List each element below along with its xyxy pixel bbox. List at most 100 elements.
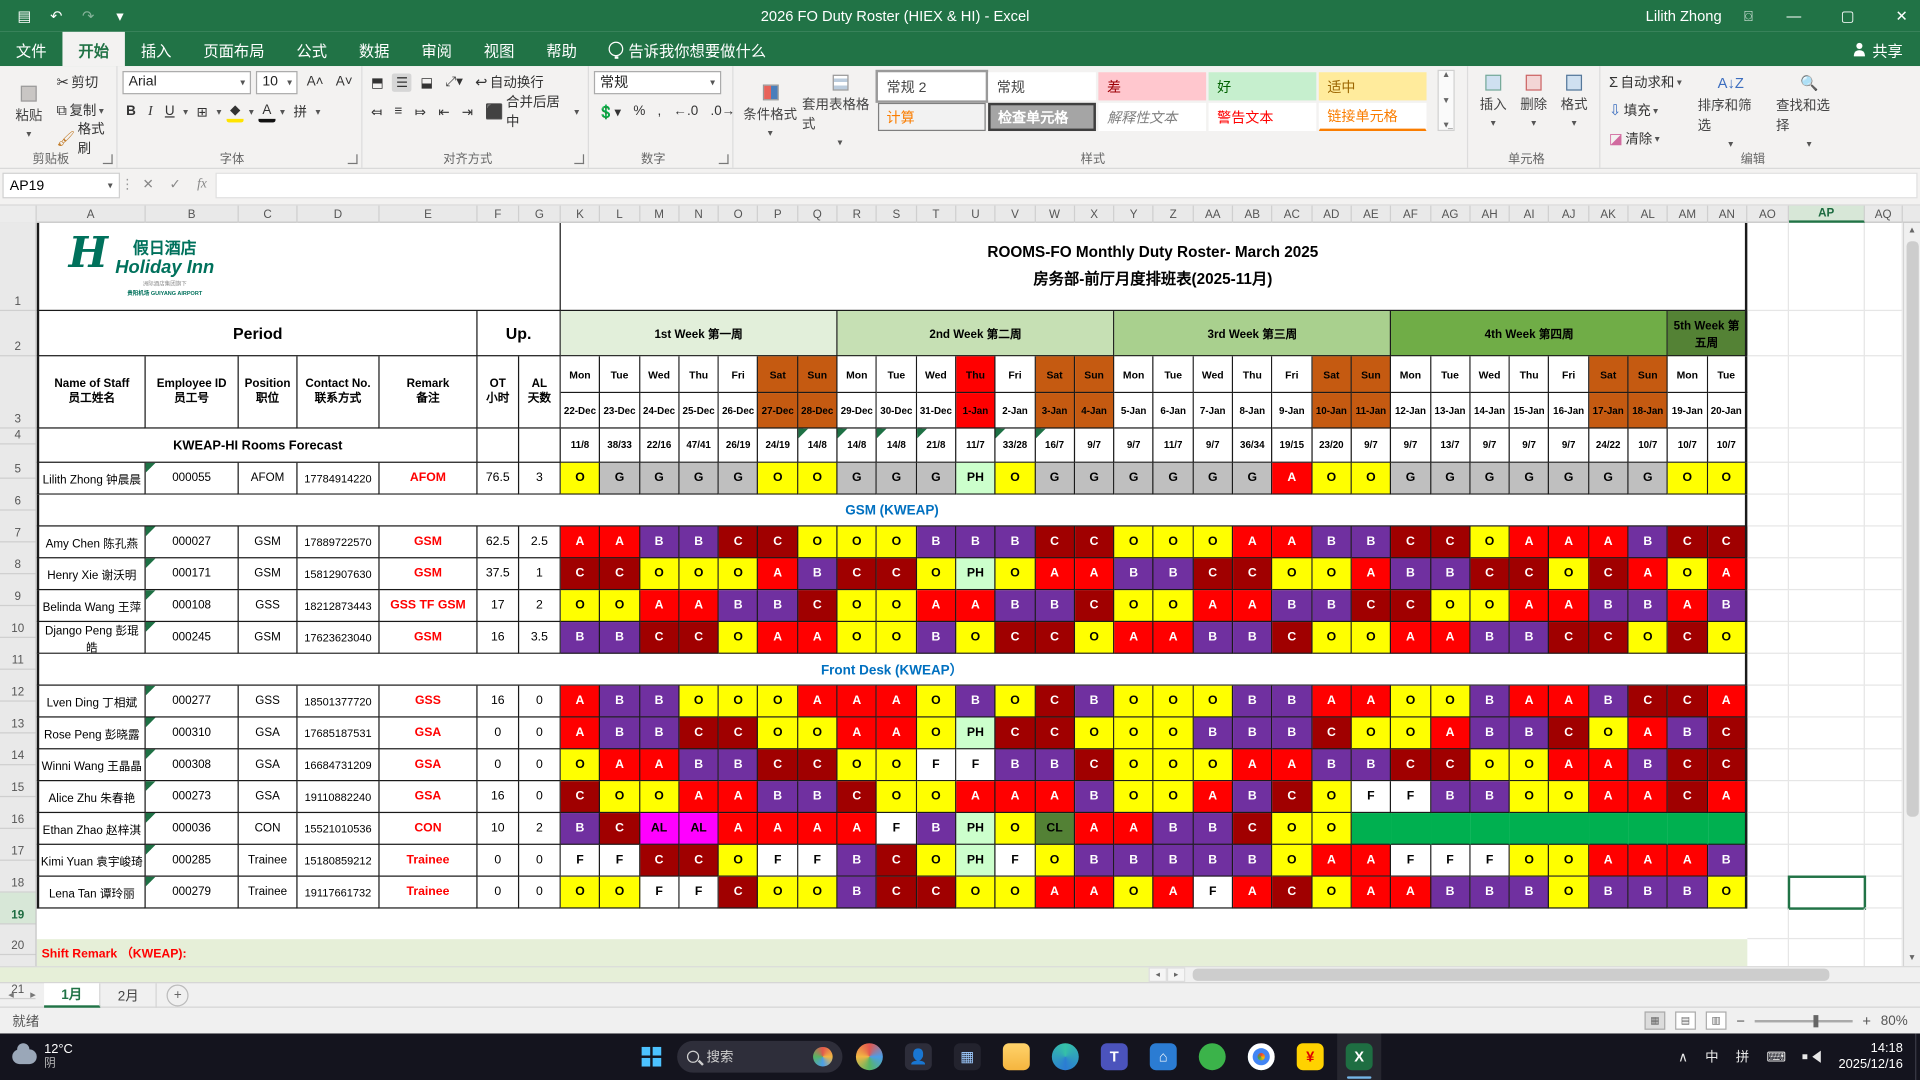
shift-13-9-Jan[interactable]: B [1273, 686, 1313, 718]
shift-6-23-Dec[interactable]: G [600, 463, 640, 495]
cell-AP18[interactable] [1789, 845, 1865, 877]
tab-告诉我你想要做什么[interactable]: 告诉我你想要做什么 [593, 32, 782, 66]
shift-13-6-Jan[interactable]: O [1154, 686, 1194, 718]
shift-16-26-Dec[interactable]: A [719, 781, 759, 813]
borders-button[interactable]: ⊞ [193, 102, 212, 120]
shift-13-25-Dec[interactable]: O [679, 686, 719, 718]
italic-button[interactable]: I [144, 103, 156, 120]
shift-6-7-Jan[interactable]: G [1194, 463, 1234, 495]
shift-6-4-Jan[interactable]: G [1075, 463, 1115, 495]
shift-14-18-Jan[interactable]: A [1629, 718, 1669, 750]
cell-style-好[interactable]: 好 [1209, 72, 1317, 100]
shift-8-20-Jan[interactable]: C [1708, 527, 1748, 559]
teams-icon[interactable]: T [1092, 1033, 1136, 1080]
shift-9-17-Jan[interactable]: C [1589, 558, 1629, 590]
shift-16-24-Dec[interactable]: O [640, 781, 680, 813]
cell-AO12[interactable] [1747, 654, 1789, 686]
shift-9-19-Jan[interactable]: O [1668, 558, 1708, 590]
shift-17-15-Jan[interactable] [1510, 813, 1550, 845]
row-header-13[interactable]: 13 [0, 702, 36, 734]
shift-13-1-Jan[interactable]: B [956, 686, 996, 718]
shift-14-25-Dec[interactable]: C [679, 718, 719, 750]
alignment-dialog-launcher[interactable] [574, 154, 584, 164]
shift-10-2-Jan[interactable]: B [996, 590, 1036, 622]
column-header-AH[interactable]: AH [1470, 206, 1510, 223]
shift-6-2-Jan[interactable]: O [996, 463, 1036, 495]
shift-15-14-Jan[interactable]: O [1470, 749, 1510, 781]
shift-10-22-Dec[interactable]: O [561, 590, 601, 622]
shift-13-16-Jan[interactable]: A [1549, 686, 1589, 718]
shift-10-19-Jan[interactable]: A [1668, 590, 1708, 622]
shift-19-12-Jan[interactable]: A [1391, 877, 1431, 909]
cell-AQ19[interactable] [1865, 877, 1903, 909]
ime-pinyin-indicator[interactable]: 拼 [1727, 1047, 1758, 1067]
accounting-format-icon[interactable]: 💲▾ [594, 102, 625, 120]
shift-10-13-Jan[interactable]: O [1431, 590, 1471, 622]
shift-13-23-Dec[interactable]: B [600, 686, 640, 718]
paste-button[interactable]: 粘贴▾ [5, 70, 53, 151]
row-header-7[interactable]: 7 [0, 511, 36, 543]
redo-icon[interactable]: ↷ [78, 7, 98, 24]
shift-18-11-Jan[interactable]: A [1352, 845, 1392, 877]
column-header-AN[interactable]: AN [1708, 206, 1748, 223]
shift-6-9-Jan[interactable]: A [1273, 463, 1313, 495]
shift-16-3-Jan[interactable]: A [1035, 781, 1075, 813]
ribbon-display-options-icon[interactable]: ⌼ [1739, 7, 1759, 24]
shift-17-1-Jan[interactable]: PH [956, 813, 996, 845]
vertical-scrollbar[interactable]: ▲ ▼ [1903, 223, 1920, 966]
shift-14-9-Jan[interactable]: B [1273, 718, 1313, 750]
shift-16-27-Dec[interactable]: B [759, 781, 799, 813]
undo-icon[interactable]: ↶ [47, 7, 67, 24]
column-header-AI[interactable]: AI [1510, 206, 1550, 223]
phonetic-guide-button[interactable]: 拼 [290, 100, 311, 122]
cell-AP14[interactable] [1789, 718, 1865, 750]
shift-9-6-Jan[interactable]: B [1154, 558, 1194, 590]
clear-button[interactable]: ◪清除▾ [1605, 126, 1685, 150]
shift-9-1-Jan[interactable]: PH [956, 558, 996, 590]
zoom-out-icon[interactable]: − [1736, 1012, 1745, 1029]
shift-8-29-Dec[interactable]: O [838, 527, 878, 559]
shift-8-17-Jan[interactable]: A [1589, 527, 1629, 559]
shift-16-14-Jan[interactable]: B [1470, 781, 1510, 813]
shift-9-14-Jan[interactable]: C [1470, 558, 1510, 590]
name-box[interactable]: AP19▾ [2, 173, 120, 199]
family-safety-icon[interactable] [847, 1033, 891, 1080]
cell-AP19[interactable] [1789, 877, 1865, 909]
shift-16-6-Jan[interactable]: O [1154, 781, 1194, 813]
cell-AQ2[interactable] [1865, 311, 1903, 356]
shift-6-18-Jan[interactable]: G [1629, 463, 1669, 495]
shift-15-4-Jan[interactable]: C [1075, 749, 1115, 781]
shift-10-1-Jan[interactable]: A [956, 590, 996, 622]
align-left-icon[interactable]: ⤆ [367, 102, 386, 120]
shift-16-10-Jan[interactable]: O [1312, 781, 1352, 813]
cell-AP9[interactable] [1789, 558, 1865, 590]
shift-16-23-Dec[interactable]: O [600, 781, 640, 813]
shift-16-16-Jan[interactable]: O [1549, 781, 1589, 813]
shift-13-31-Dec[interactable]: O [917, 686, 957, 718]
cell-AO18[interactable] [1747, 845, 1789, 877]
column-header-AM[interactable]: AM [1668, 206, 1708, 223]
shift-9-12-Jan[interactable]: B [1391, 558, 1431, 590]
shift-6-20-Jan[interactable]: O [1708, 463, 1748, 495]
page-layout-view-icon[interactable]: ▤ [1675, 1011, 1696, 1029]
shift-19-1-Jan[interactable]: O [956, 877, 996, 909]
column-header-AL[interactable]: AL [1629, 206, 1669, 223]
percent-icon[interactable]: % [630, 103, 649, 120]
cell-AQ15[interactable] [1865, 749, 1903, 781]
shift-9-7-Jan[interactable]: C [1194, 558, 1234, 590]
shift-17-20-Jan[interactable] [1708, 813, 1748, 845]
shift-9-4-Jan[interactable]: A [1075, 558, 1115, 590]
shift-14-30-Dec[interactable]: A [877, 718, 917, 750]
zoom-slider[interactable] [1755, 1019, 1853, 1021]
shift-14-15-Jan[interactable]: B [1510, 718, 1550, 750]
shift-15-20-Jan[interactable]: C [1708, 749, 1748, 781]
shift-17-11-Jan[interactable] [1352, 813, 1392, 845]
shift-10-7-Jan[interactable]: A [1194, 590, 1234, 622]
cell-AP15[interactable] [1789, 749, 1865, 781]
shift-14-11-Jan[interactable]: O [1352, 718, 1392, 750]
cell-AP13[interactable] [1789, 686, 1865, 718]
shift-8-22-Dec[interactable]: A [561, 527, 601, 559]
shift-14-26-Dec[interactable]: C [719, 718, 759, 750]
shift-10-3-Jan[interactable]: B [1035, 590, 1075, 622]
cell-AQ7[interactable] [1865, 495, 1903, 527]
